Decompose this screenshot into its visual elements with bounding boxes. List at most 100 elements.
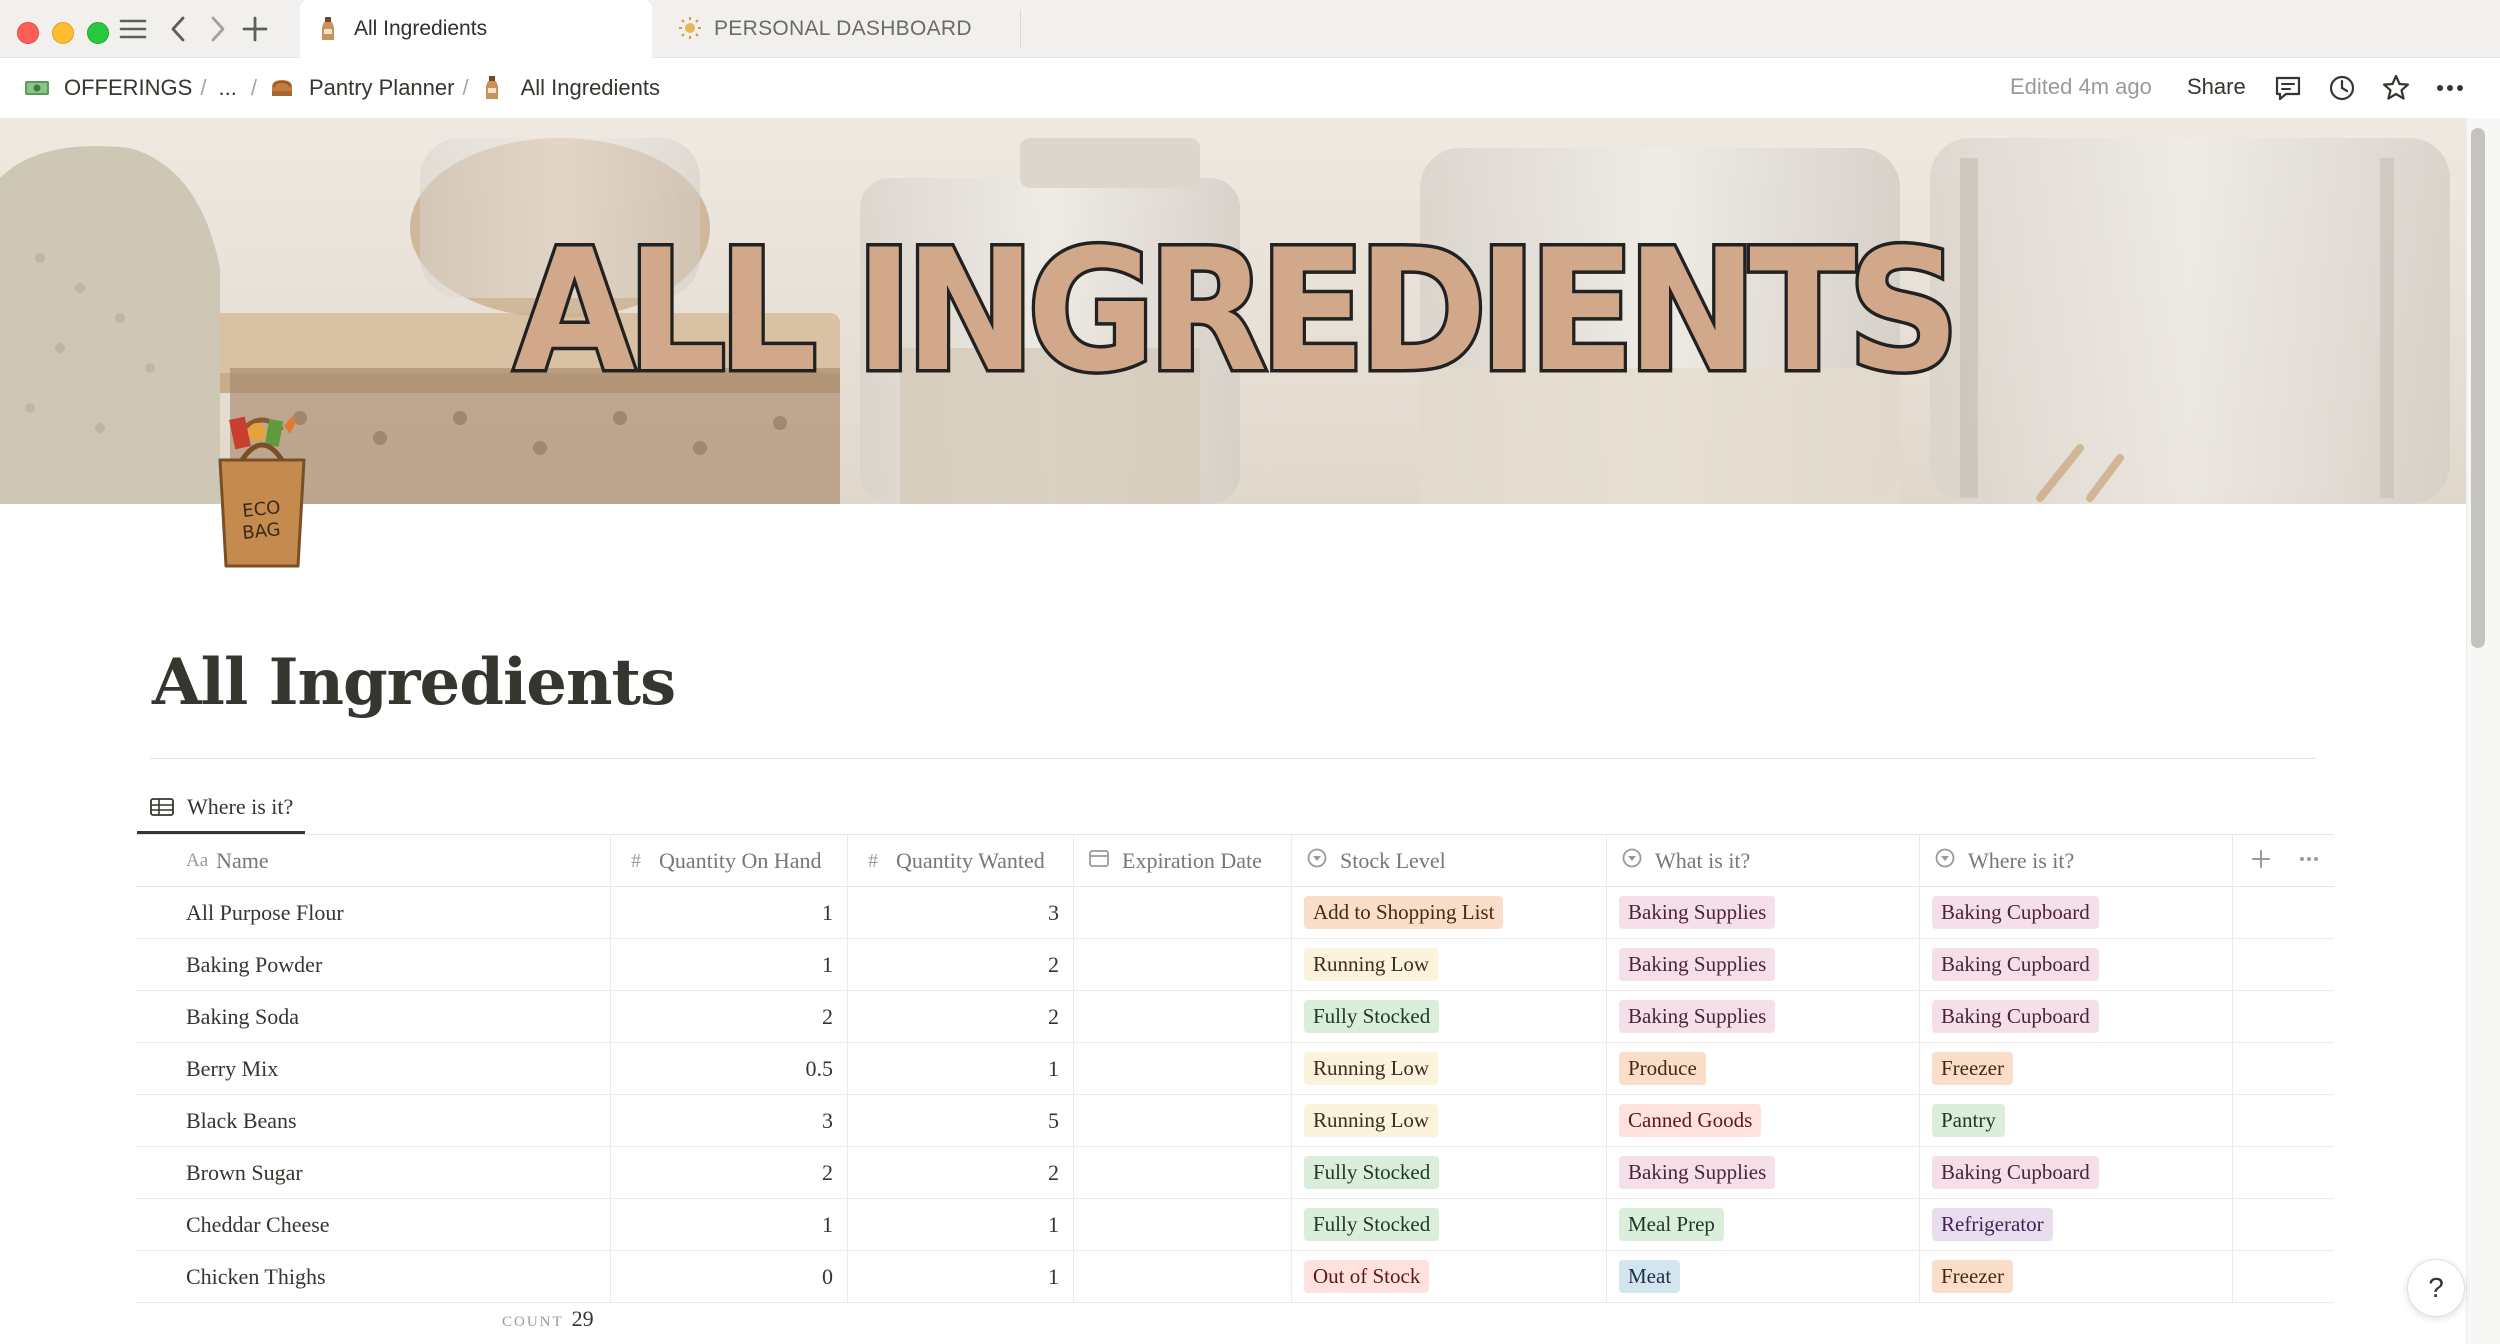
what-is-it-cell[interactable]: Baking Supplies xyxy=(1607,939,1920,990)
expiration-date-cell[interactable] xyxy=(1074,1095,1292,1146)
what-is-it-cell[interactable]: Baking Supplies xyxy=(1607,887,1920,938)
add-column-plus-icon[interactable] xyxy=(2249,847,2273,877)
column-header-name[interactable]: Aa Name xyxy=(136,835,611,887)
column-header-expiration-date[interactable]: Expiration Date xyxy=(1074,835,1292,887)
where-is-it-cell[interactable]: Freezer xyxy=(1920,1251,2233,1302)
name-cell[interactable]: Baking Soda xyxy=(136,991,611,1042)
sidebar-menu-icon[interactable] xyxy=(116,12,150,46)
forward-arrow-icon[interactable] xyxy=(200,12,234,46)
where-is-it-cell[interactable]: Pantry xyxy=(1920,1095,2233,1146)
quantity-wanted-cell[interactable]: 1 xyxy=(848,1043,1074,1094)
comment-icon[interactable] xyxy=(2270,70,2306,106)
expiration-date-cell[interactable] xyxy=(1074,1251,1292,1302)
quantity-wanted-cell[interactable]: 2 xyxy=(848,1147,1074,1198)
more-options-icon[interactable] xyxy=(2432,70,2468,106)
expiration-date-cell[interactable] xyxy=(1074,887,1292,938)
quantity-wanted-cell[interactable]: 2 xyxy=(848,991,1074,1042)
name-cell[interactable]: Baking Powder xyxy=(136,939,611,990)
quantity-on-hand-cell[interactable]: 1 xyxy=(611,939,848,990)
name-cell[interactable]: Brown Sugar xyxy=(136,1147,611,1198)
page-icon-eco-bag[interactable]: ECO BAG xyxy=(212,410,312,570)
name-cell[interactable]: Cheddar Cheese xyxy=(136,1199,611,1250)
help-button[interactable]: ? xyxy=(2407,1259,2465,1317)
where-is-it-cell[interactable]: Freezer xyxy=(1920,1043,2233,1094)
empty-cell xyxy=(2233,991,2334,1042)
zoom-window-button[interactable] xyxy=(87,22,109,44)
table-row[interactable]: All Purpose Flour 1 3 Add to Shopping List B… xyxy=(136,887,2334,939)
quantity-wanted-cell[interactable]: 5 xyxy=(848,1095,1074,1146)
expiration-date-cell[interactable] xyxy=(1074,1199,1292,1250)
table-row[interactable]: Berry Mix 0.5 1 Running Low Produce Freezer xyxy=(136,1043,2334,1095)
quantity-wanted-cell[interactable]: 3 xyxy=(848,887,1074,938)
page-title[interactable]: All Ingredients xyxy=(152,645,676,720)
expiration-date-cell[interactable] xyxy=(1074,1147,1292,1198)
table-row[interactable]: Chicken Thighs 0 1 Out of Stock Meat Freezer xyxy=(136,1251,2334,1303)
quantity-on-hand-cell[interactable]: 0 xyxy=(611,1251,848,1302)
what-is-it-cell[interactable]: Canned Goods xyxy=(1607,1095,1920,1146)
favorite-star-icon[interactable] xyxy=(2378,70,2414,106)
expiration-date-cell[interactable] xyxy=(1074,991,1292,1042)
what-is-it-cell[interactable]: Produce xyxy=(1607,1043,1920,1094)
where-is-it-cell[interactable]: Baking Cupboard xyxy=(1920,887,2233,938)
what-is-it-cell[interactable]: Baking Supplies xyxy=(1607,1147,1920,1198)
expiration-date-cell[interactable] xyxy=(1074,939,1292,990)
quantity-wanted-cell[interactable]: 1 xyxy=(848,1251,1074,1302)
quantity-on-hand-cell[interactable]: 1 xyxy=(611,1199,848,1250)
table-row[interactable]: Baking Soda 2 2 Fully Stocked Baking Supplie… xyxy=(136,991,2334,1043)
table-row[interactable]: Cheddar Cheese 1 1 Fully Stocked Meal Prep Re… xyxy=(136,1199,2334,1251)
stock-level-cell[interactable]: Running Low xyxy=(1292,1095,1607,1146)
what-is-it-cell[interactable]: Meat xyxy=(1607,1251,1920,1302)
stock-level-cell[interactable]: Running Low xyxy=(1292,939,1607,990)
close-window-button[interactable] xyxy=(17,22,39,44)
quantity-on-hand-cell[interactable]: 1 xyxy=(611,887,848,938)
tab-all-ingredients[interactable]: All Ingredients xyxy=(300,0,652,58)
name-cell[interactable]: Black Beans xyxy=(136,1095,611,1146)
where-is-it-cell[interactable]: Baking Cupboard xyxy=(1920,1147,2233,1198)
breadcrumb-pantry-planner[interactable]: Pantry Planner xyxy=(269,75,454,101)
quantity-wanted-cell[interactable]: 2 xyxy=(848,939,1074,990)
column-options-icon[interactable] xyxy=(2297,847,2321,877)
table-row[interactable]: Brown Sugar 2 2 Fully Stocked Baking Supplie… xyxy=(136,1147,2334,1199)
page-scrollbar-thumb[interactable] xyxy=(2471,128,2485,648)
where-is-it-cell[interactable]: Refrigerator xyxy=(1920,1199,2233,1250)
stock-level-cell[interactable]: Add to Shopping List xyxy=(1292,887,1607,938)
view-tab-where-is-it[interactable]: Where is it? xyxy=(137,780,293,834)
name-cell[interactable]: Chicken Thighs xyxy=(136,1251,611,1302)
breadcrumb-all-ingredients[interactable]: All Ingredients xyxy=(481,75,660,101)
stock-level-cell[interactable]: Fully Stocked xyxy=(1292,991,1607,1042)
breadcrumb-offerings[interactable]: OFFERINGS xyxy=(24,75,192,101)
breadcrumb-ellipsis[interactable]: ... xyxy=(218,75,236,101)
stock-level-cell[interactable]: Fully Stocked xyxy=(1292,1147,1607,1198)
quantity-wanted-cell[interactable]: 1 xyxy=(848,1199,1074,1250)
quantity-on-hand-cell[interactable]: 2 xyxy=(611,991,848,1042)
quantity-on-hand-cell[interactable]: 3 xyxy=(611,1095,848,1146)
new-tab-plus-icon[interactable] xyxy=(238,12,272,46)
column-header-where-is-it[interactable]: Where is it? xyxy=(1920,835,2233,887)
quantity-on-hand-cell[interactable]: 2 xyxy=(611,1147,848,1198)
name-cell[interactable]: Berry Mix xyxy=(136,1043,611,1094)
table-count-footer[interactable]: COUNT 29 xyxy=(502,1306,594,1332)
table-row[interactable]: Black Beans 3 5 Running Low Canned Goods Pant… xyxy=(136,1095,2334,1147)
column-header-quantity-on-hand[interactable]: # Quantity On Hand xyxy=(611,835,848,887)
select-tag: Meal Prep xyxy=(1619,1208,1724,1241)
history-clock-icon[interactable] xyxy=(2324,70,2360,106)
column-label: Name xyxy=(216,848,269,873)
name-cell[interactable]: All Purpose Flour xyxy=(136,887,611,938)
what-is-it-cell[interactable]: Baking Supplies xyxy=(1607,991,1920,1042)
stock-level-cell[interactable]: Fully Stocked xyxy=(1292,1199,1607,1250)
table-row[interactable]: Baking Powder 1 2 Running Low Baking Supplie… xyxy=(136,939,2334,991)
quantity-on-hand-cell[interactable]: 0.5 xyxy=(611,1043,848,1094)
back-arrow-icon[interactable] xyxy=(162,12,196,46)
where-is-it-cell[interactable]: Baking Cupboard xyxy=(1920,939,2233,990)
expiration-date-cell[interactable] xyxy=(1074,1043,1292,1094)
tab-personal-dashboard[interactable]: PERSONAL DASHBOARD xyxy=(660,0,1020,58)
column-header-what-is-it[interactable]: What is it? xyxy=(1607,835,1920,887)
share-button[interactable]: Share xyxy=(2187,74,2246,100)
stock-level-cell[interactable]: Running Low xyxy=(1292,1043,1607,1094)
minimize-window-button[interactable] xyxy=(52,22,74,44)
column-header-quantity-wanted[interactable]: # Quantity Wanted xyxy=(848,835,1074,887)
what-is-it-cell[interactable]: Meal Prep xyxy=(1607,1199,1920,1250)
column-header-stock-level[interactable]: Stock Level xyxy=(1292,835,1607,887)
stock-level-cell[interactable]: Out of Stock xyxy=(1292,1251,1607,1302)
where-is-it-cell[interactable]: Baking Cupboard xyxy=(1920,991,2233,1042)
